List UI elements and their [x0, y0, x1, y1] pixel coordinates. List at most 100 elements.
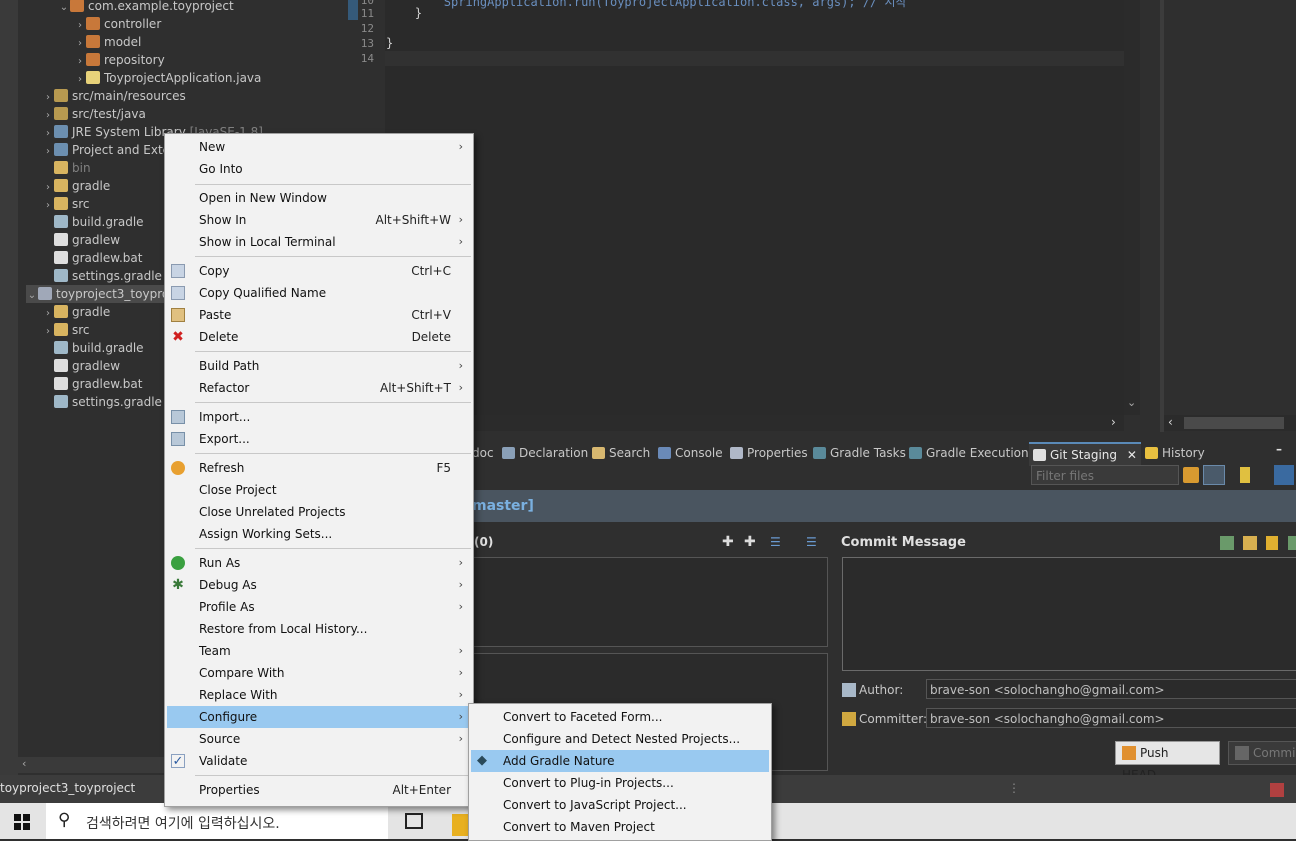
tree-item-gradlew[interactable]: gradlew [42, 231, 120, 249]
submenu-item-maven-project[interactable]: Convert to Maven Project [471, 816, 769, 838]
tree-item-java-file[interactable]: › ToyprojectApplication.java [74, 69, 261, 87]
outline-horizontal-scrollbar[interactable]: ‹ [1164, 415, 1296, 431]
tree-item-gradle[interactable]: › gradle [42, 177, 110, 195]
tab-javadoc[interactable]: doc [472, 442, 494, 464]
minimize-icon[interactable]: – [1276, 442, 1282, 456]
filter-files-input[interactable]: Filter files [1031, 465, 1179, 485]
committer-field[interactable]: brave-son <solochangho@gmail.com> [926, 708, 1296, 728]
repository-icon[interactable] [1240, 467, 1250, 483]
menu-item-properties[interactable]: Properties Alt+Enter [167, 779, 471, 801]
error-log-icon[interactable] [1270, 783, 1284, 797]
menu-item-refactor[interactable]: Refactor Alt+Shift+T › [167, 377, 471, 399]
sort-icon[interactable]: ☰ [806, 535, 817, 549]
menu-item-show-in[interactable]: Show In Alt+Shift+W › [167, 209, 471, 231]
task-view-icon[interactable] [405, 813, 423, 829]
tree-item-project[interactable]: ⌄ toyproject3_toyproject [26, 285, 191, 305]
unstaged-changes-list[interactable] [470, 557, 828, 647]
list-view-icon[interactable]: ☰ [770, 535, 781, 549]
tab-history[interactable]: History [1145, 442, 1205, 464]
author-field[interactable]: brave-son <solochangho@gmail.com> [926, 679, 1296, 699]
push-head-button[interactable]: Push HEAD... [1115, 741, 1220, 782]
submenu-item-javascript-project[interactable]: Convert to JavaScript Project... [471, 794, 769, 816]
scroll-left-icon[interactable]: ‹ [1168, 415, 1173, 429]
commit-button[interactable]: Commi [1228, 741, 1296, 765]
tab-gradle-executions[interactable]: Gradle Executions [909, 442, 1035, 464]
tree-item-settings-gradle[interactable]: settings.gradle [42, 267, 162, 285]
chevron-down-icon[interactable]: ⌄ [26, 287, 38, 305]
windows-start-icon[interactable] [14, 814, 30, 830]
submenu-item-plugin-projects[interactable]: Convert to Plug-in Projects... [471, 772, 769, 794]
tree-item-src[interactable]: › src [42, 195, 90, 213]
menu-item-go-into[interactable]: Go Into [167, 158, 471, 180]
submenu-item-nested-projects[interactable]: Configure and Detect Nested Projects... [471, 728, 769, 750]
taskbar-search-box[interactable]: ⚲ 검색하려면 여기에 입력하십시오. [46, 803, 388, 839]
tree-item-controller[interactable]: › controller [74, 15, 161, 33]
sign-off-icon[interactable] [1243, 536, 1257, 550]
tab-properties[interactable]: Properties [730, 442, 808, 464]
menu-item-team[interactable]: Team › [167, 640, 471, 662]
tree-item-build-gradle-2[interactable]: build.gradle [42, 339, 144, 357]
tab-declaration[interactable]: Declaration [502, 442, 588, 464]
tree-item-settings-gradle-2[interactable]: settings.gradle [42, 393, 162, 411]
editor-horizontal-scrollbar[interactable]: › [385, 415, 1124, 431]
tab-console[interactable]: Console [658, 442, 723, 464]
chevron-down-icon[interactable]: ⌄ [58, 0, 70, 17]
editor-vertical-scrollbar[interactable]: ⌄ [1124, 0, 1140, 415]
menu-item-paste[interactable]: Paste Ctrl+V [167, 304, 471, 326]
menu-item-show-local-terminal[interactable]: Show in Local Terminal › [167, 231, 471, 253]
menu-item-run-as[interactable]: Run As › [167, 552, 471, 574]
tree-item-gradlew-bat-2[interactable]: gradlew.bat [42, 375, 142, 393]
menu-item-source[interactable]: Source › [167, 728, 471, 750]
tree-item-resources[interactable]: › src/main/resources [42, 87, 186, 105]
tab-search[interactable]: Search [592, 442, 650, 464]
menu-item-copy[interactable]: Copy Ctrl+C [167, 260, 471, 282]
submenu-item-faceted-form[interactable]: Convert to Faceted Form... [471, 706, 769, 728]
amend-icon[interactable] [1220, 536, 1234, 550]
menu-item-export[interactable]: Export... [167, 428, 471, 450]
menu-item-close-unrelated[interactable]: Close Unrelated Projects [167, 501, 471, 523]
menu-item-open-new-window[interactable]: Open in New Window [167, 187, 471, 209]
menu-item-debug-as[interactable]: ✱ Debug As › [167, 574, 471, 596]
menu-item-delete[interactable]: ✖ Delete Delete [167, 326, 471, 348]
menu-item-import[interactable]: Import... [167, 406, 471, 428]
tree-item-build-gradle[interactable]: build.gradle [42, 213, 144, 231]
commit-message-input[interactable] [842, 557, 1296, 671]
refresh-icon[interactable] [1183, 467, 1199, 483]
tree-item-model[interactable]: › model [74, 33, 141, 51]
menu-item-build-path[interactable]: Build Path › [167, 355, 471, 377]
menu-item-configure[interactable]: Configure › [167, 706, 471, 728]
menu-item-copy-qualified-name[interactable]: Copy Qualified Name [167, 282, 471, 304]
menu-item-restore-history[interactable]: Restore from Local History... [167, 618, 471, 640]
change-id-icon[interactable] [1288, 536, 1296, 550]
tree-item-bin[interactable]: bin [42, 159, 91, 177]
menu-item-profile-as[interactable]: Profile As › [167, 596, 471, 618]
toggle-link-icon[interactable] [1203, 465, 1225, 485]
tree-item-repository[interactable]: › repository [74, 51, 165, 69]
tab-git-staging[interactable]: Git Staging ✕ [1029, 442, 1141, 466]
tree-item-test-java[interactable]: › src/test/java [42, 105, 146, 123]
tree-item-package[interactable]: ⌄ com.example.toyproject [58, 0, 234, 15]
submenu-item-add-gradle-nature[interactable]: ◆ Add Gradle Nature [471, 750, 769, 772]
menu-item-assign-working-sets[interactable]: Assign Working Sets... [167, 523, 471, 545]
lock-icon[interactable] [1266, 536, 1278, 550]
menu-item-close-project[interactable]: Close Project [167, 479, 471, 501]
scroll-down-icon[interactable]: ⌄ [1127, 396, 1136, 409]
layout-icon[interactable] [1274, 465, 1294, 485]
tree-item-gradlew-2[interactable]: gradlew [42, 357, 120, 375]
tree-item-gradle-2[interactable]: › gradle [42, 303, 110, 321]
menu-item-new[interactable]: New › [167, 136, 471, 158]
tab-gradle-tasks[interactable]: Gradle Tasks [813, 442, 906, 464]
tree-item-src-2[interactable]: › src [42, 321, 90, 339]
close-icon[interactable]: ✕ [1127, 448, 1137, 462]
add-all-icon[interactable]: ✚ [744, 534, 756, 550]
add-icon[interactable]: ✚ [722, 534, 734, 550]
scroll-thumb[interactable] [1184, 417, 1284, 429]
menu-item-replace-with[interactable]: Replace With › [167, 684, 471, 706]
menu-item-refresh[interactable]: Refresh F5 [167, 457, 471, 479]
tree-item-gradlew-bat[interactable]: gradlew.bat [42, 249, 142, 267]
menu-item-compare-with[interactable]: Compare With › [167, 662, 471, 684]
file-explorer-icon[interactable] [452, 814, 468, 836]
scroll-right-icon[interactable]: › [1111, 415, 1116, 429]
menu-item-validate[interactable]: ✓ Validate [167, 750, 471, 772]
scroll-left-icon[interactable]: ‹ [22, 757, 26, 770]
